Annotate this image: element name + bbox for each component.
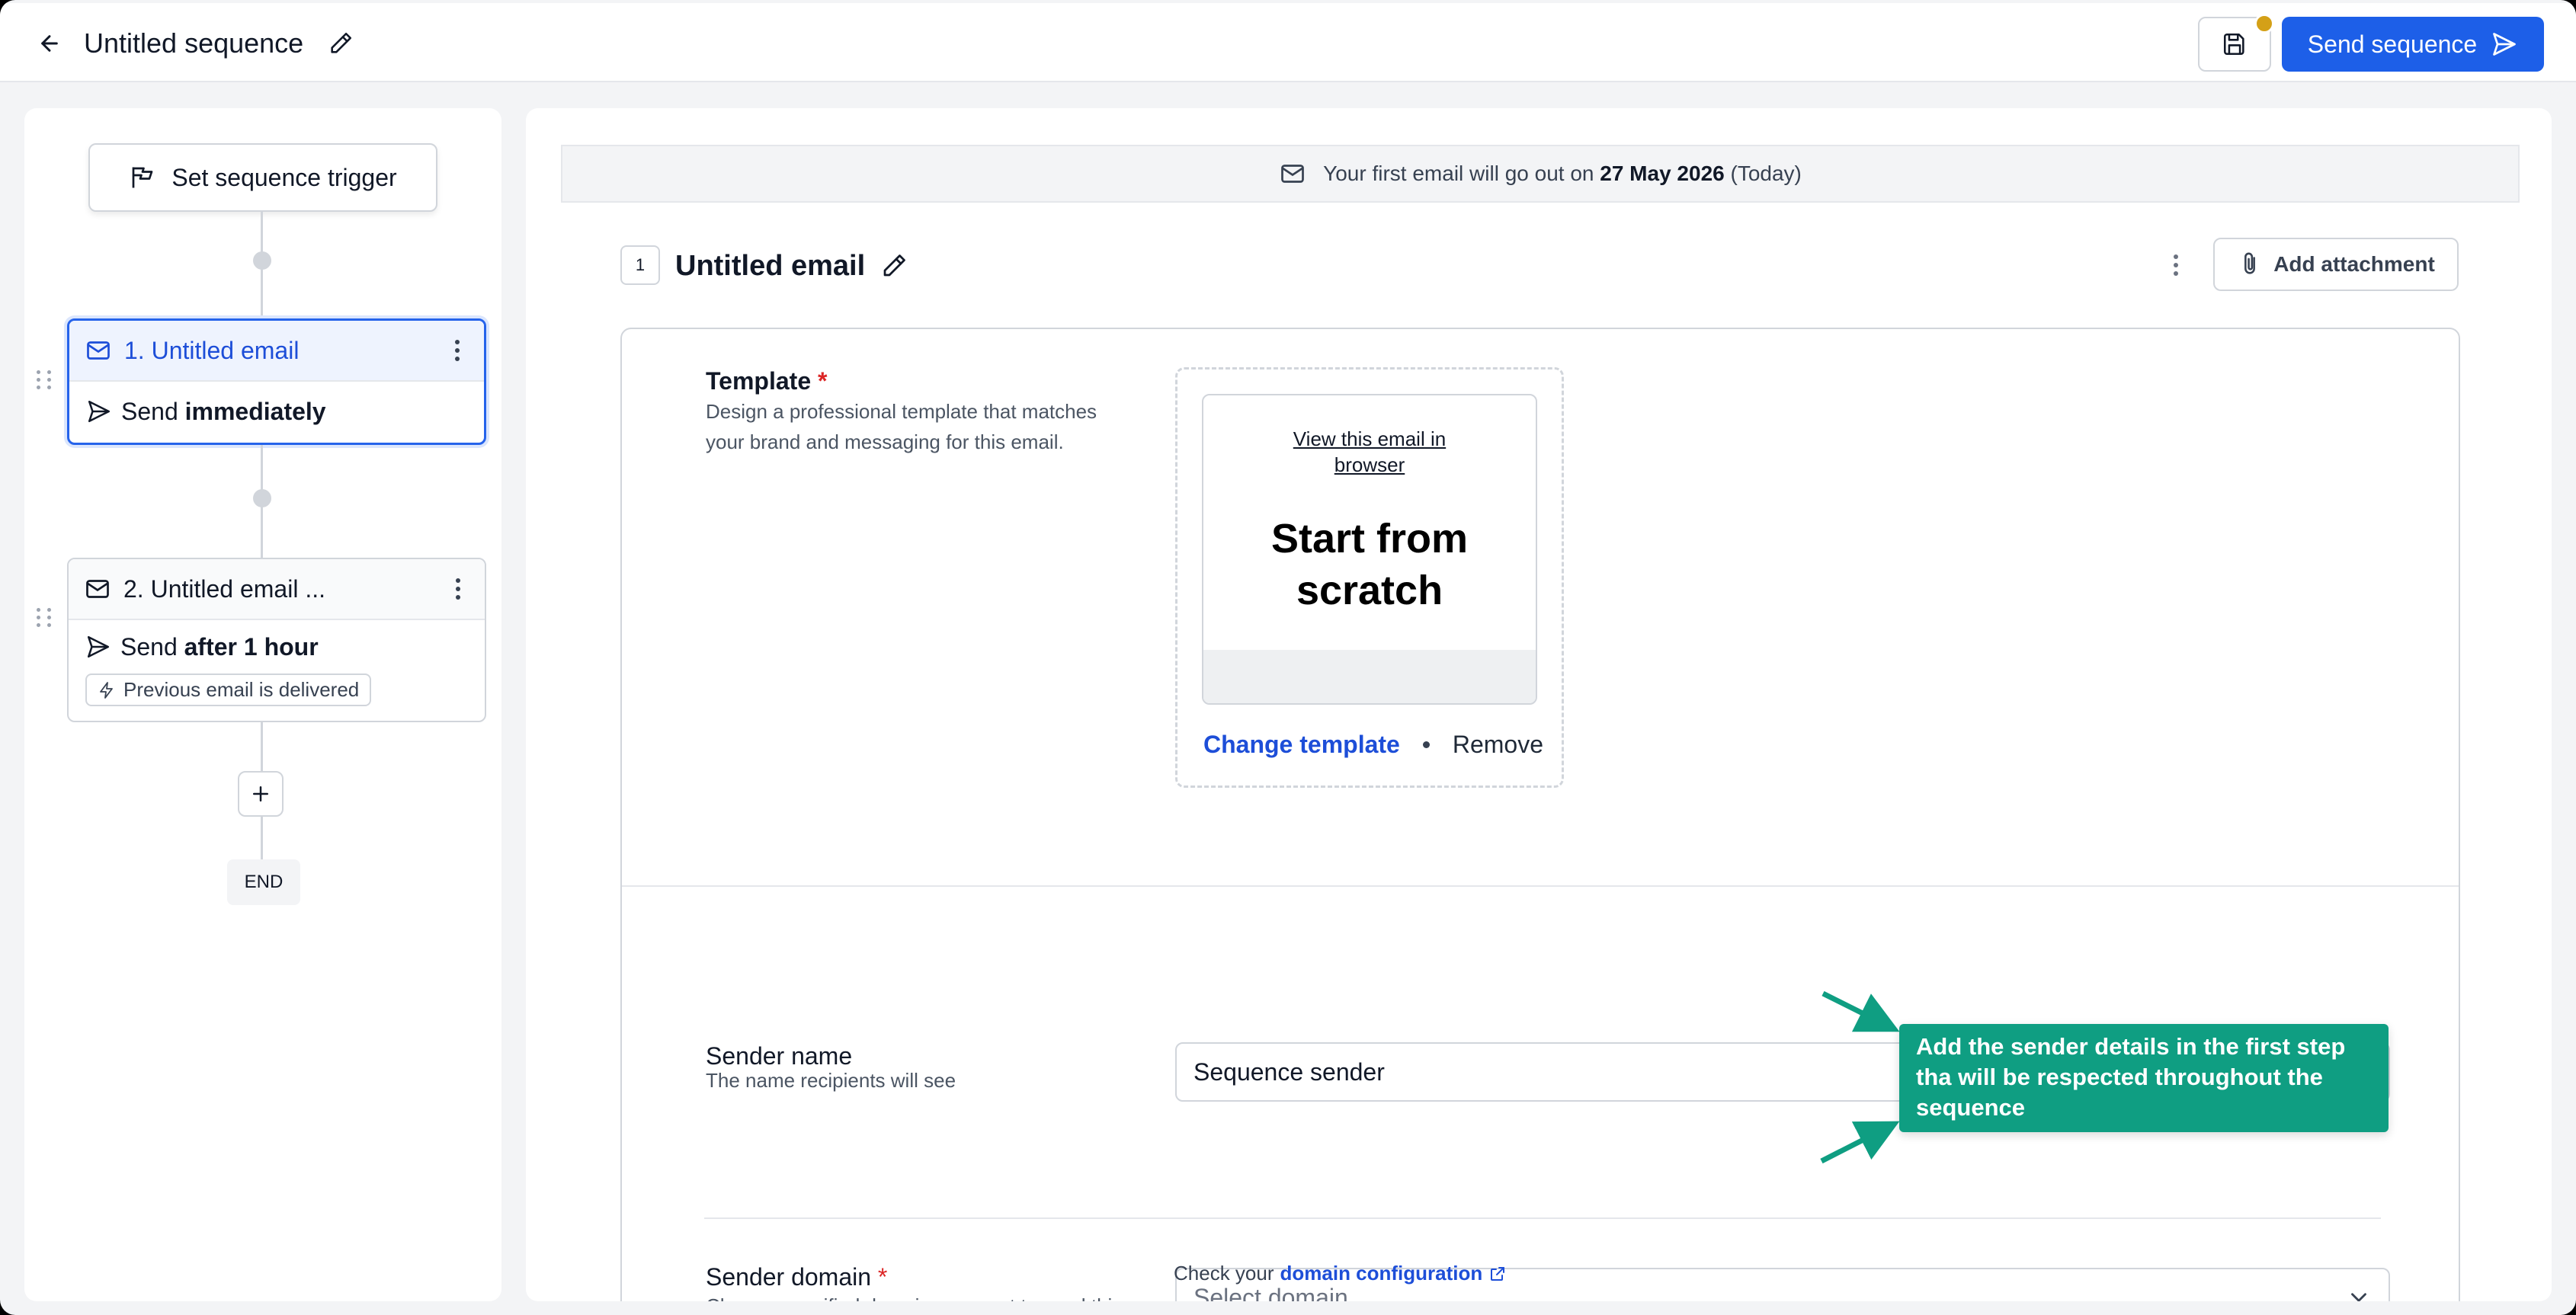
banner-date: 27 May 2026	[1600, 162, 1725, 185]
step-title: 1. Untitled email	[124, 336, 300, 364]
send-icon	[88, 400, 111, 423]
chevron-down-icon	[2351, 1293, 2366, 1301]
change-template-button[interactable]: Change template	[1203, 731, 1400, 759]
banner-suffix: (Today)	[1724, 162, 1802, 185]
mail-icon	[86, 580, 109, 598]
template-picker: View this email in browser Start from sc…	[1175, 367, 1564, 788]
sender-domain-description: Choose a verified domain you want to sen…	[706, 1291, 1163, 1301]
step-title: 2. Untitled email ...	[123, 574, 325, 603]
sender-domain-label-text: Sender domain	[706, 1263, 872, 1291]
template-preview[interactable]: View this email in browser Start from sc…	[1202, 394, 1537, 705]
step-send-timing: immediately	[184, 397, 326, 425]
divider	[704, 1217, 2381, 1219]
condition-badge: Previous email is delivered	[85, 673, 372, 706]
step-send-prefix: Send	[121, 397, 185, 425]
add-step-button[interactable]	[238, 771, 284, 817]
step-send-prefix: Send	[120, 632, 184, 661]
send-icon	[2493, 33, 2517, 56]
pencil-icon[interactable]	[325, 27, 357, 59]
app-window: Untitled sequence Send sequence Set sequ…	[0, 0, 2576, 1315]
unsaved-indicator	[2254, 14, 2274, 34]
set-trigger-label: Set sequence trigger	[171, 163, 397, 191]
send-sequence-button[interactable]: Send sequence	[2282, 17, 2544, 72]
top-bar: Untitled sequence Send sequence	[0, 3, 2576, 82]
flag-icon	[132, 167, 153, 188]
step-menu-icon[interactable]	[447, 578, 469, 600]
template-label: Template *	[706, 367, 827, 395]
email-title[interactable]: Untitled email	[675, 247, 865, 285]
condition-label: Previous email is delivered	[123, 678, 360, 701]
email-step-number: 1	[620, 245, 660, 285]
pencil-icon[interactable]	[876, 248, 912, 283]
step-menu-icon[interactable]	[446, 340, 469, 361]
step-send-timing: after 1 hour	[184, 632, 319, 661]
drag-handle-icon[interactable]	[37, 608, 53, 627]
set-trigger-button[interactable]: Set sequence trigger	[88, 143, 437, 212]
domain-configuration-link[interactable]: domain configuration	[1280, 1262, 1483, 1285]
mail-icon	[87, 341, 110, 360]
add-attachment-button[interactable]: Add attachment	[2213, 238, 2459, 291]
banner-prefix: Your first email will go out on	[1323, 162, 1600, 185]
sequence-title[interactable]: Untitled sequence	[84, 26, 303, 61]
add-attachment-label: Add attachment	[2273, 252, 2435, 276]
sender-domain-label: Sender domain *	[706, 1263, 887, 1291]
remove-template-button[interactable]: Remove	[1453, 731, 1543, 759]
separator-dot	[1422, 741, 1430, 748]
send-icon	[87, 635, 110, 658]
divider	[622, 885, 2459, 887]
step-card-header: 1. Untitled email	[69, 321, 484, 382]
template-label-text: Template	[706, 367, 812, 395]
email-menu-icon[interactable]	[2164, 250, 2187, 280]
send-sequence-label: Send sequence	[2307, 30, 2478, 58]
preview-heading: Start from scratch	[1270, 516, 1469, 613]
sender-domain-placeholder: Select domain	[1193, 1283, 1348, 1302]
domain-help-text: Check your domain configuration	[1174, 1262, 1507, 1285]
email-settings-card: Template * Design a professional templat…	[620, 328, 2460, 1301]
back-arrow-icon[interactable]	[32, 26, 67, 61]
external-link-icon[interactable]	[1488, 1265, 1507, 1283]
connector-dot	[253, 489, 271, 507]
required-mark: *	[818, 367, 828, 395]
domain-help-prefix: Check your	[1174, 1262, 1274, 1285]
end-marker: END	[227, 859, 300, 905]
send-date-banner: Your first email will go out on 27 May 2…	[561, 145, 2520, 203]
connector-dot	[253, 251, 271, 270]
save-button[interactable]	[2198, 14, 2274, 72]
step-card-1[interactable]: 1. Untitled email Send immediately	[67, 318, 486, 445]
paperclip-icon	[2244, 252, 2256, 274]
template-description: Design a professional template that matc…	[706, 400, 1097, 453]
lightning-icon	[100, 681, 113, 699]
preview-footer	[1203, 650, 1536, 703]
required-mark: *	[877, 1263, 888, 1291]
template-actions: Change template Remove	[1203, 731, 1543, 759]
sequence-flow-panel: Set sequence trigger 1. Untitled email S…	[24, 108, 501, 1301]
plus-icon	[253, 786, 268, 801]
mail-icon	[1281, 165, 1304, 183]
preview-browser-link: View this email in browser	[1293, 427, 1447, 476]
step-card-2[interactable]: 2. Untitled email ... Send after 1 hour …	[67, 558, 486, 722]
annotation-callout: Add the sender details in the first step…	[1899, 1024, 2389, 1132]
save-icon	[2223, 33, 2244, 56]
drag-handle-icon[interactable]	[37, 370, 53, 389]
sender-name-description: The name recipients will see	[706, 1069, 956, 1092]
step-card-header: 2. Untitled email ...	[69, 559, 485, 620]
